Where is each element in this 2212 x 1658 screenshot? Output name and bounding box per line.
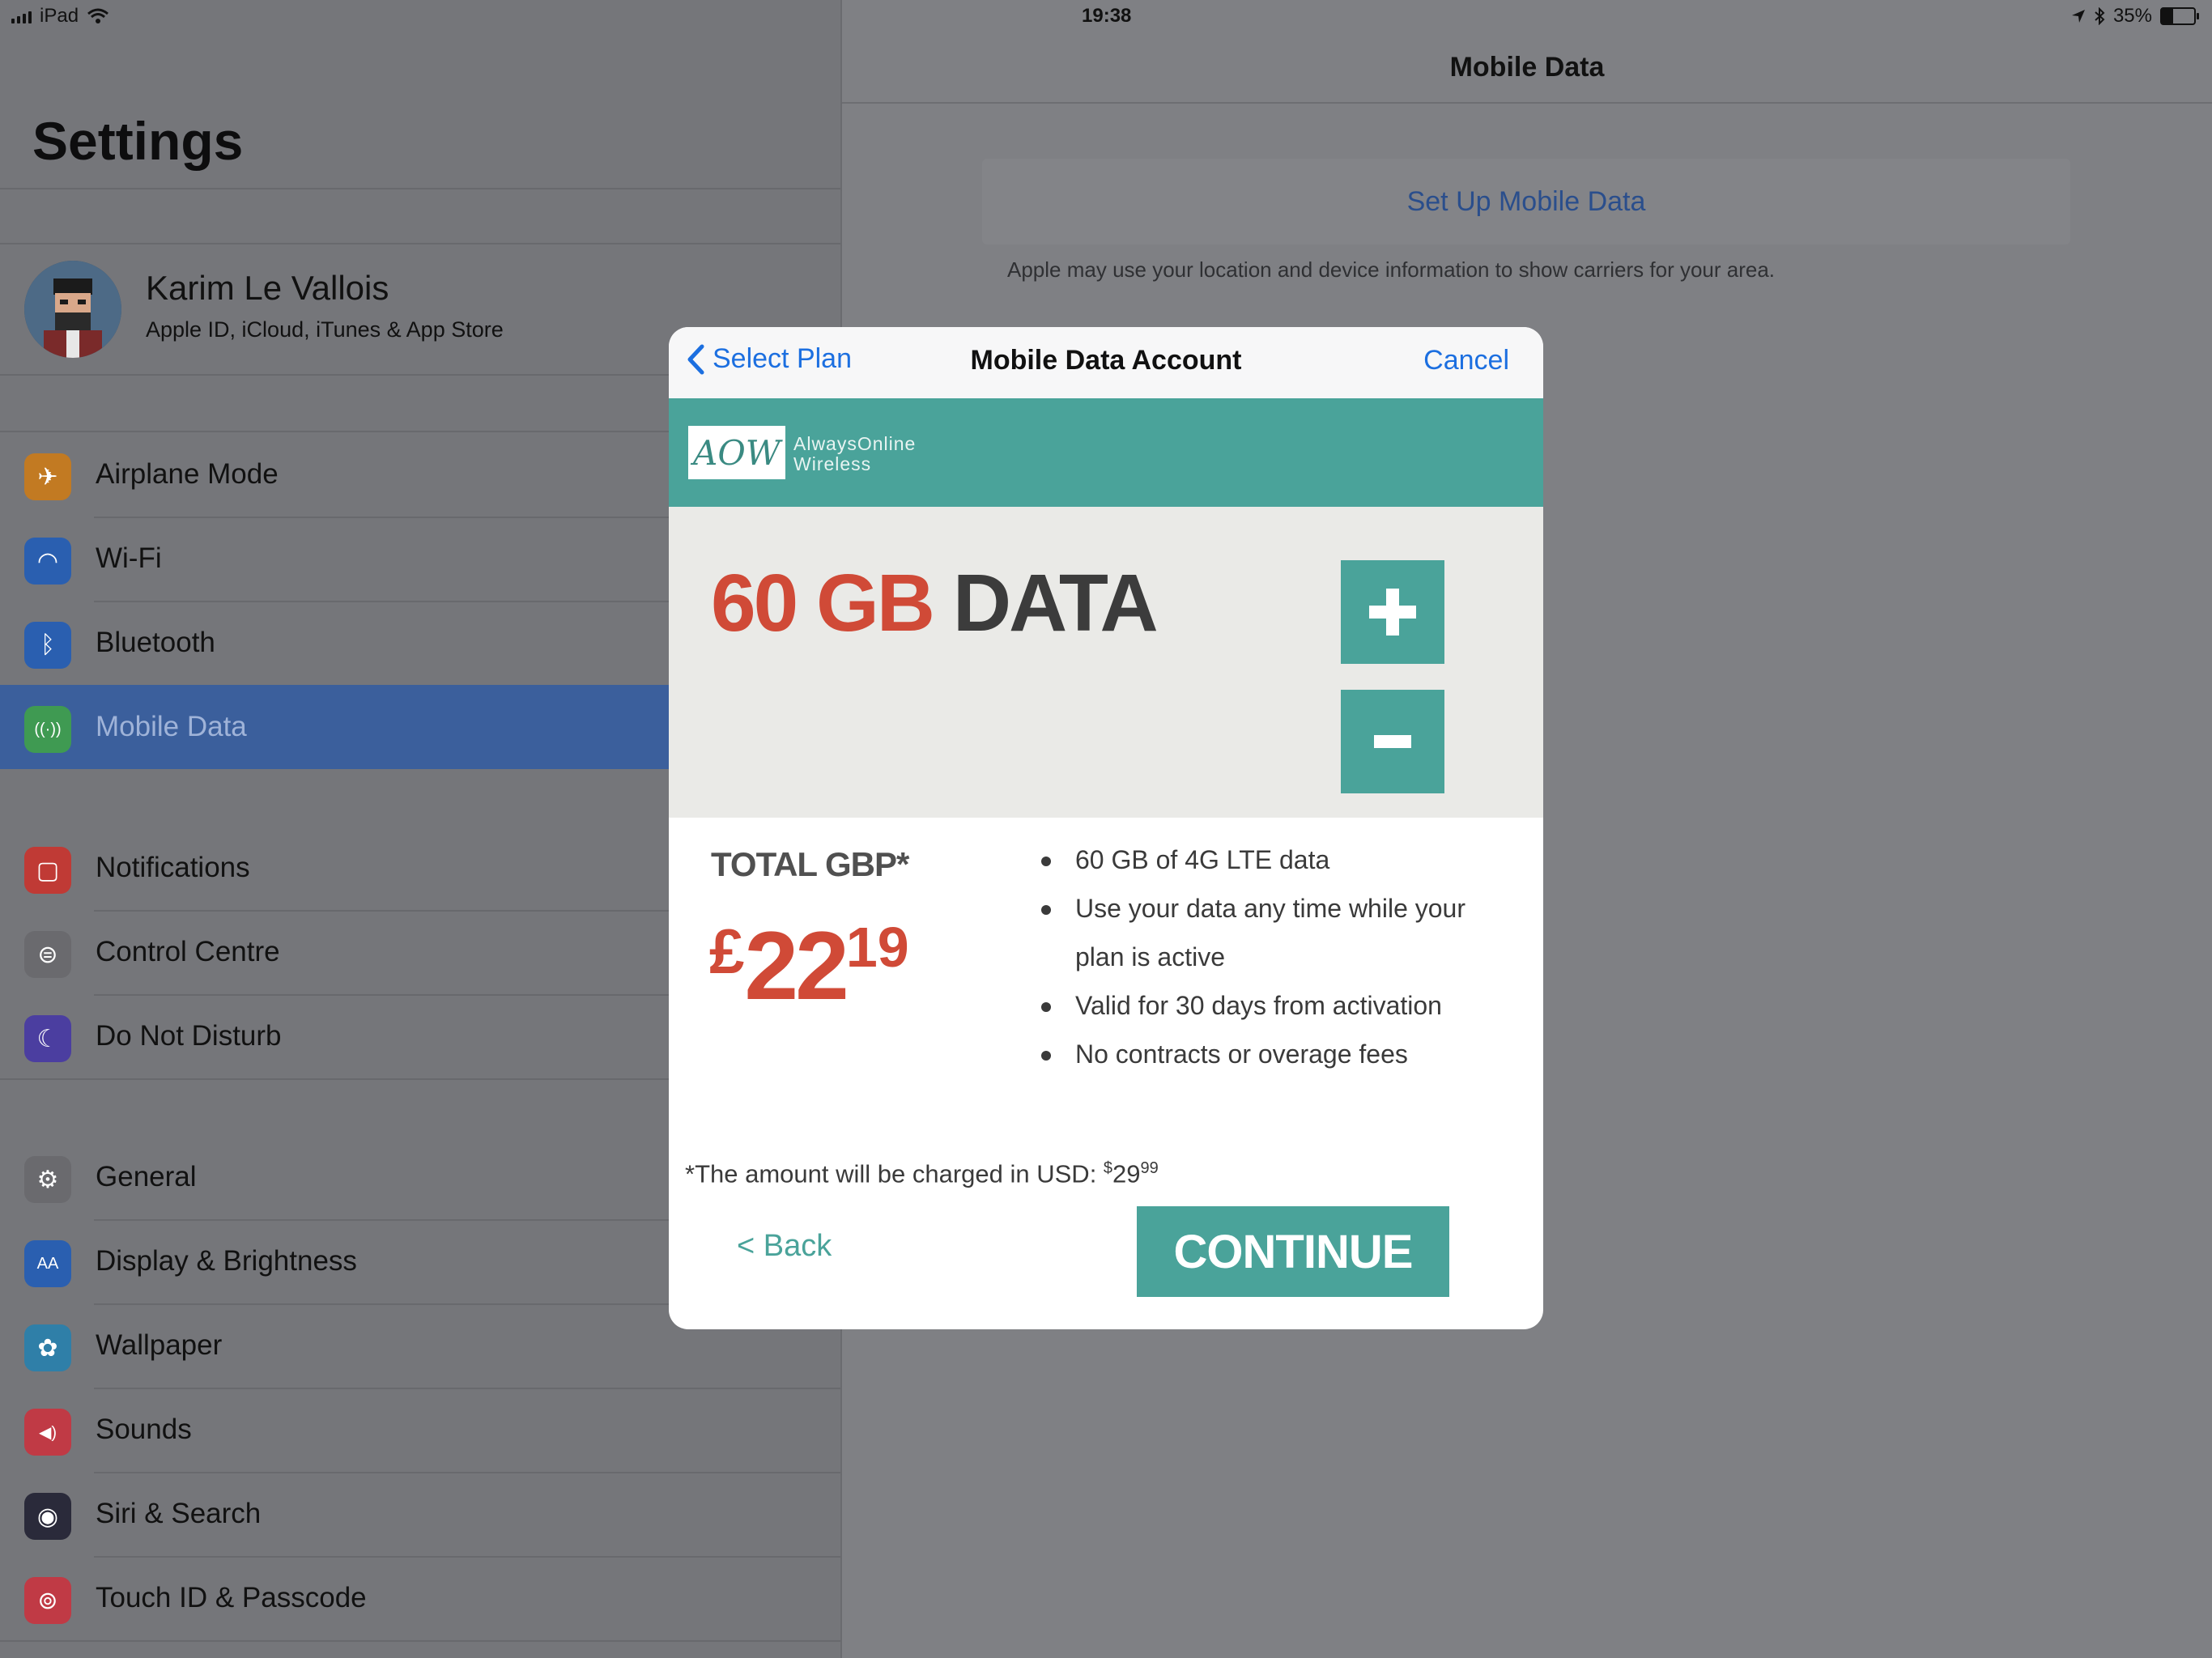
sidebar-item-label: Do Not Disturb	[96, 1020, 282, 1052]
speaker-icon: ◀)	[24, 1409, 71, 1456]
divider	[0, 1640, 840, 1642]
feature-item: Use your data any time while your plan i…	[1041, 884, 1495, 981]
control-centre-icon: ⊜	[24, 931, 71, 978]
status-right: 35%	[2071, 5, 2199, 28]
price-cents: 19	[845, 916, 909, 979]
plan-data-amount: 60 GB	[711, 558, 935, 648]
sidebar-item-label: Bluetooth	[96, 627, 215, 658]
sidebar-item-touch-id-passcode[interactable]: ⊚ Touch ID & Passcode	[0, 1556, 840, 1640]
modal-title: Mobile Data Account	[970, 345, 1242, 376]
modal-nav-bar: Select Plan Mobile Data Account Cancel	[669, 327, 1543, 399]
sidebar-item-label: Wi-Fi	[96, 542, 162, 574]
decrease-plan-button[interactable]	[1341, 690, 1444, 793]
total-label: TOTAL GBP*	[711, 845, 909, 883]
usd-charge-note: *The amount will be charged in USD: $299…	[685, 1159, 1159, 1188]
carrier-logo: AOW	[688, 426, 785, 479]
plus-icon	[1369, 589, 1416, 636]
sidebar-item-sounds[interactable]: ◀) Sounds	[0, 1388, 840, 1472]
plan-selector: 60 GB DATA	[669, 507, 1543, 818]
usd-currency: $	[1103, 1159, 1113, 1177]
gear-icon: ⚙	[24, 1156, 71, 1203]
signal-icon	[11, 9, 32, 23]
status-time: 19:38	[1082, 5, 1132, 27]
bluetooth-icon: ᛒ	[24, 622, 71, 669]
battery-level	[2162, 9, 2173, 23]
carrier-name-line2: Wireless	[793, 453, 872, 474]
notifications-icon: ▢	[24, 847, 71, 894]
usd-note-text: *The amount will be charged in USD:	[685, 1159, 1104, 1188]
minus-icon	[1374, 735, 1411, 748]
carrier-note: Apple may use your location and device i…	[1007, 257, 1776, 282]
sidebar-item-siri-search[interactable]: ◉ Siri & Search	[0, 1472, 840, 1556]
status-bar: iPad 19:38 35%	[0, 0, 2212, 32]
sidebar-item-label: Notifications	[96, 852, 250, 883]
avatar	[24, 261, 121, 358]
sidebar-item-label: Wallpaper	[96, 1329, 223, 1361]
battery-icon	[2160, 7, 2199, 25]
wifi-status-icon	[87, 8, 109, 23]
airplane-icon: ✈	[24, 453, 71, 500]
sidebar-item-label: Siri & Search	[96, 1498, 262, 1529]
wifi-icon: ◠	[24, 538, 71, 585]
sidebar-item-label: Display & Brightness	[96, 1245, 357, 1277]
battery-percent: 35%	[2112, 5, 2152, 27]
back-link[interactable]: < Back	[737, 1229, 832, 1264]
plan-features: 60 GB of 4G LTE data Use your data any ti…	[1041, 835, 1495, 1078]
sidebar-item-label: Sounds	[96, 1414, 192, 1445]
device-label: iPad	[40, 5, 79, 27]
carrier-name-line1: AlwaysOnline	[793, 433, 917, 454]
divider	[0, 188, 840, 189]
divider	[842, 102, 2212, 104]
usd-cents: 99	[1140, 1159, 1159, 1177]
usd-whole: 29	[1112, 1159, 1141, 1188]
display-icon: AA	[24, 1240, 71, 1287]
sidebar-item-label: Mobile Data	[96, 711, 247, 742]
wallpaper-icon: ✿	[24, 1324, 71, 1371]
siri-icon: ◉	[24, 1493, 71, 1540]
moon-icon: ☾	[24, 1015, 71, 1062]
carrier-brand-bar: AOW AlwaysOnline Wireless	[669, 398, 1543, 507]
price-whole: 22	[744, 912, 849, 1020]
feature-item: No contracts or overage fees	[1041, 1030, 1495, 1078]
fingerprint-icon: ⊚	[24, 1577, 71, 1624]
sidebar-item-label: Airplane Mode	[96, 458, 279, 490]
continue-button[interactable]: CONTINUE	[1137, 1206, 1449, 1297]
page-title: Settings	[32, 111, 244, 171]
detail-title: Mobile Data	[1449, 52, 1605, 83]
bluetooth-status-icon	[2095, 7, 2105, 25]
sidebar-item-label: Touch ID & Passcode	[96, 1582, 367, 1613]
sidebar-item-label: General	[96, 1161, 197, 1192]
profile-name: Karim Le Vallois	[146, 269, 389, 307]
mobile-data-account-modal: Select Plan Mobile Data Account Cancel A…	[669, 327, 1543, 1329]
feature-item: Valid for 30 days from activation	[1041, 981, 1495, 1030]
set-up-mobile-data-button[interactable]: Set Up Mobile Data	[982, 159, 2070, 244]
status-left: iPad	[11, 5, 109, 28]
feature-item: 60 GB of 4G LTE data	[1041, 835, 1495, 884]
price: £2219	[709, 910, 909, 1022]
location-arrow-icon	[2071, 10, 2085, 23]
sidebar-item-label: Control Centre	[96, 936, 280, 967]
profile-subtitle: Apple ID, iCloud, iTunes & App Store	[146, 317, 504, 342]
increase-plan-button[interactable]	[1341, 560, 1444, 664]
plan-data-unit: DATA	[952, 558, 1159, 648]
price-currency: £	[709, 916, 745, 987]
antenna-icon: ((·))	[24, 706, 71, 753]
cancel-button[interactable]: Cancel	[1423, 345, 1509, 376]
carrier-name: AlwaysOnline Wireless	[793, 434, 916, 474]
plan-amount: 60 GB DATA	[711, 557, 1159, 650]
